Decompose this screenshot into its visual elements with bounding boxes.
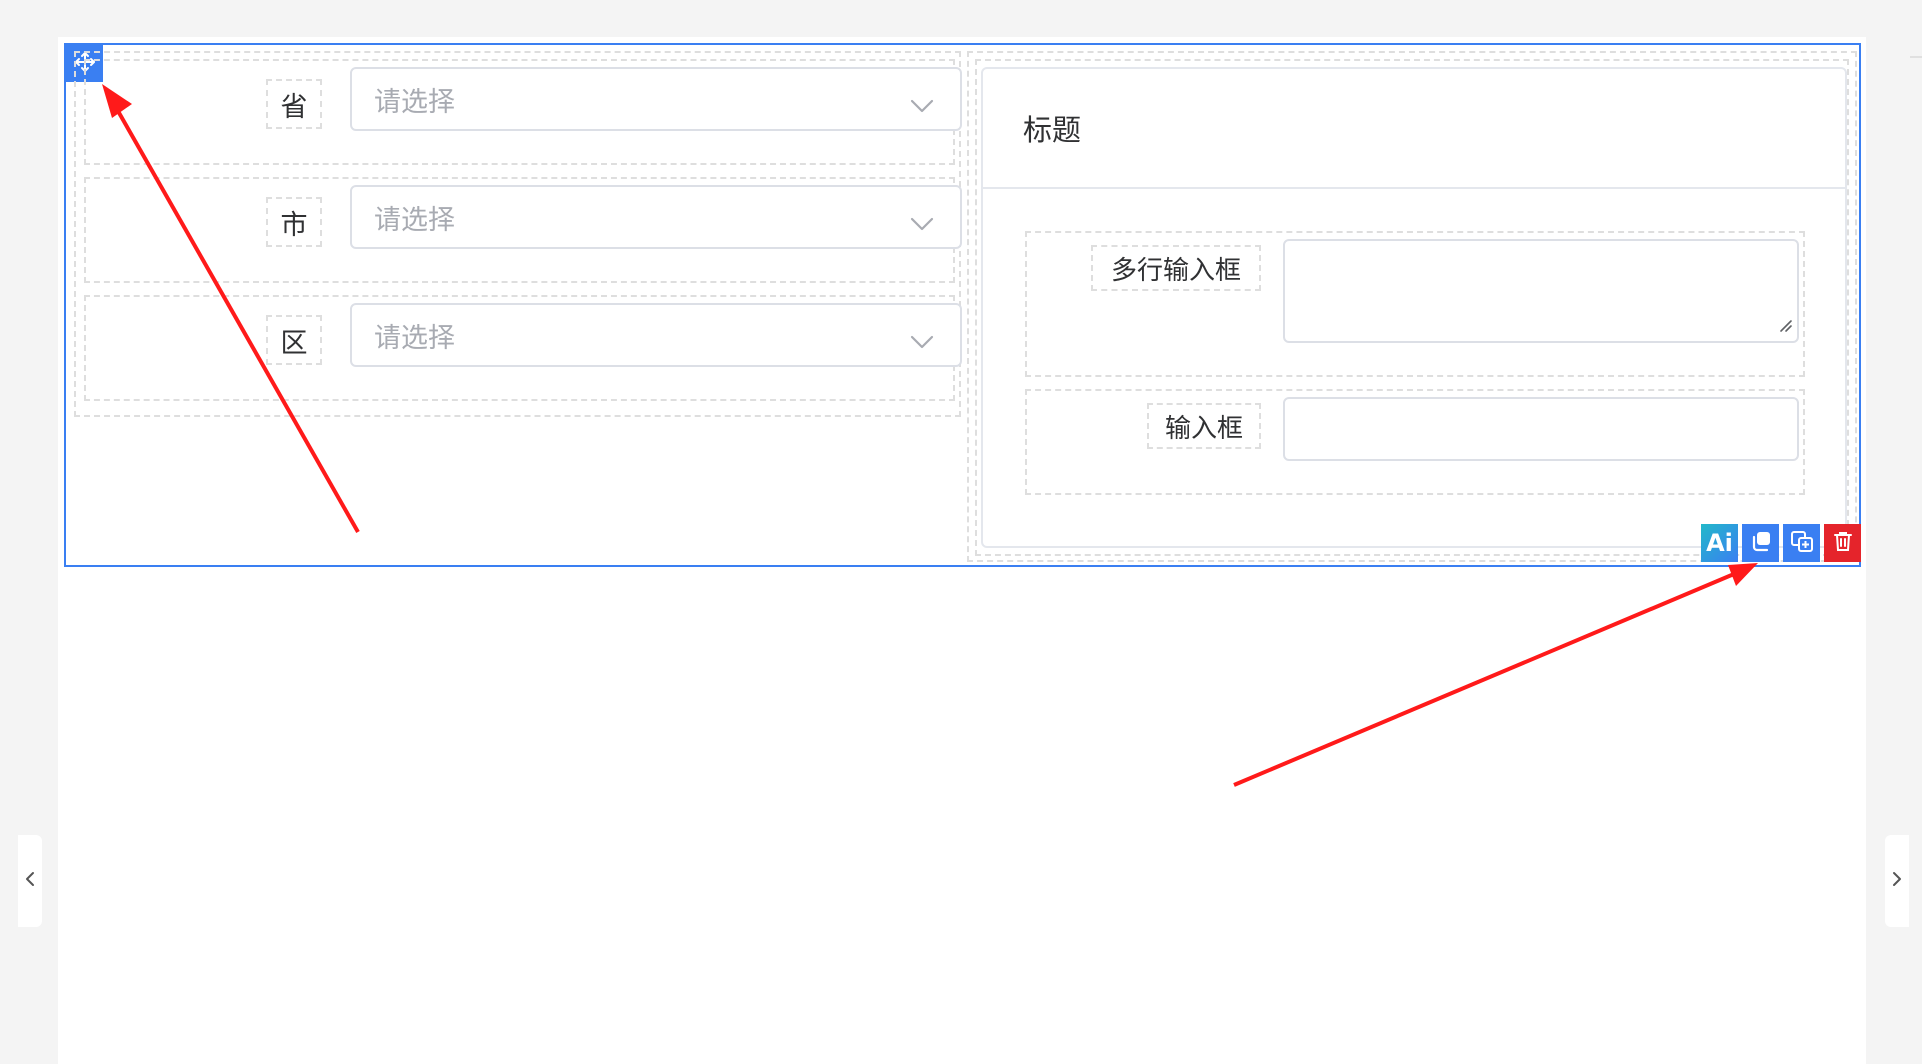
- field-row-textarea: 多行输入框: [1025, 231, 1805, 377]
- city-select[interactable]: 请选择: [350, 185, 962, 249]
- duplicate-icon: [1790, 529, 1814, 557]
- left-column: 省 请选择 市 请选择 区 请选择: [74, 51, 962, 417]
- province-label: 省: [266, 79, 322, 129]
- card-wrapper: 标题 多行输入框 输入框: [975, 59, 1849, 556]
- duplicate-button[interactable]: [1783, 524, 1820, 562]
- field-row-input: 输入框: [1025, 389, 1805, 495]
- delete-button[interactable]: [1824, 524, 1861, 562]
- resize-grip-icon[interactable]: [1777, 317, 1793, 337]
- right-column: 标题 多行输入框 输入框: [967, 51, 1857, 562]
- chevron-left-icon: [25, 871, 35, 891]
- edge-divider: [1910, 56, 1922, 58]
- ai-icon: Ai: [1706, 529, 1733, 557]
- chevron-down-icon: [910, 325, 934, 356]
- component-toolbar: Ai: [1701, 524, 1861, 564]
- province-select[interactable]: 请选择: [350, 67, 962, 131]
- input-label: 输入框: [1147, 403, 1261, 449]
- card: 标题 多行输入框 输入框: [981, 67, 1847, 548]
- delete-icon: [1832, 530, 1854, 556]
- collapse-right-panel-button[interactable]: [1885, 835, 1909, 927]
- copy-icon: [1750, 530, 1772, 556]
- chevron-down-icon: [910, 207, 934, 238]
- textarea-field[interactable]: [1283, 239, 1799, 343]
- form-row-district: 区 请选择: [84, 295, 962, 401]
- copy-button[interactable]: [1742, 524, 1779, 562]
- card-title: 标题: [983, 69, 1845, 189]
- select-placeholder: 请选择: [374, 86, 455, 118]
- ai-button[interactable]: Ai: [1701, 524, 1738, 562]
- chevron-down-icon: [910, 89, 934, 120]
- chevron-right-icon: [1892, 871, 1902, 891]
- district-select[interactable]: 请选择: [350, 303, 962, 367]
- select-placeholder: 请选择: [374, 322, 455, 354]
- select-placeholder: 请选择: [374, 204, 455, 236]
- form-row-province: 省 请选择: [84, 59, 962, 165]
- collapse-left-panel-button[interactable]: [18, 835, 42, 927]
- textarea-label: 多行输入框: [1091, 245, 1261, 291]
- form-row-city: 市 请选择: [84, 177, 962, 283]
- text-input-field[interactable]: [1283, 397, 1799, 461]
- city-label: 市: [266, 197, 322, 247]
- selected-grid-container[interactable]: 省 请选择 市 请选择 区 请选择 标题 多行输入框 输入框 Ai: [64, 43, 1861, 567]
- district-label: 区: [266, 315, 322, 365]
